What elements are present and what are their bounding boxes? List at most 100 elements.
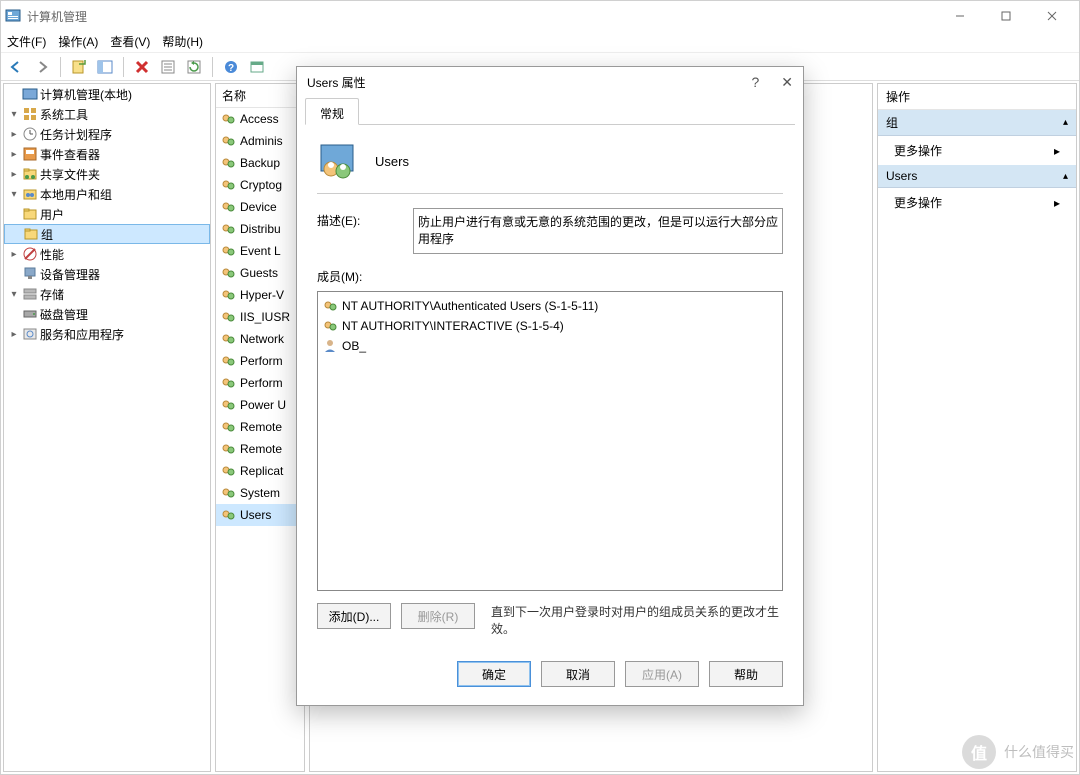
tree-services-apps[interactable]: ▸服务和应用程序 [4, 324, 210, 344]
menu-help[interactable]: 帮助(H) [162, 33, 203, 50]
list-item[interactable]: Backup [216, 152, 304, 174]
actions-users-label: Users [886, 169, 917, 183]
remove-button-label: 删除(R) [418, 608, 459, 625]
tree-task-scheduler[interactable]: ▸任务计划程序 [4, 124, 210, 144]
list-item-label: Distribu [240, 222, 281, 236]
list-item[interactable]: Remote [216, 438, 304, 460]
member-item[interactable]: NT AUTHORITY\INTERACTIVE (S-1-5-4) [322, 316, 778, 336]
ok-label: 确定 [482, 666, 506, 683]
tree-event-viewer[interactable]: ▸事件查看器 [4, 144, 210, 164]
group-icon [220, 133, 236, 149]
menu-action[interactable]: 操作(A) [58, 33, 98, 50]
list-item[interactable]: Event L [216, 240, 304, 262]
help-icon[interactable]: ? [220, 56, 242, 78]
description-input[interactable] [413, 208, 783, 254]
tree-root[interactable]: 计算机管理(本地) [4, 84, 210, 104]
maximize-button[interactable] [983, 1, 1029, 31]
actions-section-users[interactable]: Users ▴ [878, 165, 1076, 188]
list-item-label: Device [240, 200, 277, 214]
add-button[interactable]: 添加(D)... [317, 603, 391, 629]
collapse-icon: ▴ [1063, 117, 1068, 128]
list-item[interactable]: Perform [216, 372, 304, 394]
export-list-icon[interactable] [68, 56, 90, 78]
separator [123, 57, 124, 77]
tree-sys-tools[interactable]: ▾系统工具 [4, 104, 210, 124]
group-icon [220, 221, 236, 237]
list-item-label: Users [240, 508, 271, 522]
cancel-button[interactable]: 取消 [541, 661, 615, 687]
list-item[interactable]: Network [216, 328, 304, 350]
close-button[interactable] [1029, 1, 1075, 31]
dialog-close-icon[interactable]: ✕ [781, 74, 793, 91]
list-item-label: Access [240, 112, 279, 126]
tree-users-node[interactable]: 用户 [4, 204, 210, 224]
back-button[interactable] [5, 56, 27, 78]
list-item[interactable]: Remote [216, 416, 304, 438]
group-icon [317, 141, 357, 181]
list-panel[interactable]: 名称 Access AdminisBackup Cryptog Device Di… [215, 83, 305, 772]
group-icon [220, 155, 236, 171]
show-hide-tree-icon[interactable] [94, 56, 116, 78]
list-item[interactable]: Hyper-V [216, 284, 304, 306]
list-item[interactable]: Guests [216, 262, 304, 284]
list-item[interactable]: Distribu [216, 218, 304, 240]
list-item-label: Perform [240, 376, 283, 390]
tree-local-users[interactable]: ▾本地用户和组 [4, 184, 210, 204]
forward-button[interactable] [31, 56, 53, 78]
tree-label: 存储 [40, 286, 64, 303]
help-button[interactable]: 帮助 [709, 661, 783, 687]
list-item[interactable]: Adminis [216, 130, 304, 152]
tree-disk-mgmt[interactable]: 磁盘管理 [4, 304, 210, 324]
list-item[interactable]: Access [216, 108, 304, 130]
list-item[interactable]: Device [216, 196, 304, 218]
remove-button[interactable]: 删除(R) [401, 603, 475, 629]
tree-performance[interactable]: ▸性能 [4, 244, 210, 264]
list-header-name[interactable]: 名称 [216, 84, 304, 108]
svg-text:?: ? [228, 63, 234, 74]
dialog-body: Users 描述(E): 成员(M): NT AUTHORITY\Authent… [297, 125, 803, 647]
tree-shared-folders[interactable]: ▸共享文件夹 [4, 164, 210, 184]
minimize-button[interactable] [937, 1, 983, 31]
properties-icon[interactable] [157, 56, 179, 78]
watermark-badge: 值 [962, 735, 996, 769]
list-item[interactable]: Users [216, 504, 304, 526]
group-icon [220, 309, 236, 325]
menu-view[interactable]: 查看(V) [110, 33, 150, 50]
members-listbox[interactable]: NT AUTHORITY\Authenticated Users (S-1-5-… [317, 291, 783, 591]
tab-general[interactable]: 常规 [305, 98, 359, 125]
actions-more-label: 更多操作 [894, 194, 942, 211]
tree-groups-node[interactable]: 组 [4, 224, 210, 244]
tree-panel[interactable]: 计算机管理(本地) ▾系统工具 ▸任务计划程序 ▸事件查看器 ▸共享文件夹 ▾本… [3, 83, 211, 772]
member-item[interactable]: NT AUTHORITY\Authenticated Users (S-1-5-… [322, 296, 778, 316]
list-item[interactable]: System [216, 482, 304, 504]
watermark: 值 什么值得买 [962, 735, 1074, 769]
member-item[interactable]: OB_ [322, 336, 778, 356]
tree-root-label: 计算机管理(本地) [40, 86, 132, 103]
menu-file[interactable]: 文件(F) [7, 33, 46, 50]
group-icon [220, 441, 236, 457]
actions-more-label: 更多操作 [894, 142, 942, 159]
group-icon [220, 353, 236, 369]
apply-button[interactable]: 应用(A) [625, 661, 699, 687]
help-label: 帮助 [734, 666, 758, 683]
list-item[interactable]: Cryptog [216, 174, 304, 196]
list-item-label: IIS_IUSR [240, 310, 290, 324]
refresh-icon[interactable] [183, 56, 205, 78]
view-mode-icon[interactable] [246, 56, 268, 78]
list-item[interactable]: IIS_IUSR [216, 306, 304, 328]
tree-storage[interactable]: ▾存储 [4, 284, 210, 304]
list-item-label: Power U [240, 398, 286, 412]
actions-section-groups[interactable]: 组 ▴ [878, 110, 1076, 136]
actions-more-groups[interactable]: 更多操作 ▸ [878, 136, 1076, 165]
dialog-help-icon[interactable]: ? [751, 74, 759, 90]
member-label: NT AUTHORITY\Authenticated Users (S-1-5-… [342, 299, 598, 313]
properties-dialog: Users 属性 ? ✕ 常规 Users 描述(E): 成员(M): NT A… [296, 66, 804, 706]
delete-icon[interactable] [131, 56, 153, 78]
ok-button[interactable]: 确定 [457, 661, 531, 687]
actions-more-users[interactable]: 更多操作 ▸ [878, 188, 1076, 217]
list-item[interactable]: Perform [216, 350, 304, 372]
list-item[interactable]: Replicat [216, 460, 304, 482]
tree-device-manager[interactable]: 设备管理器 [4, 264, 210, 284]
list-item[interactable]: Power U [216, 394, 304, 416]
user-icon [322, 338, 338, 354]
